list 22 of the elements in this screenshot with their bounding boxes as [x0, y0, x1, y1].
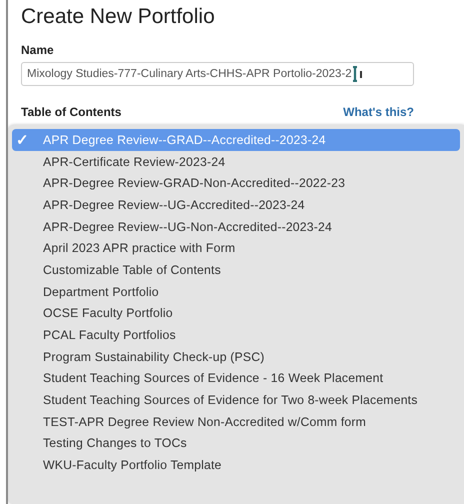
name-field[interactable]: Mixology Studies-777-Culinary Arts-CHHS-APR Portolio-2023-2 — [21, 62, 414, 86]
menu-item[interactable]: WKU-Faculty Portfolio Template — [12, 454, 460, 476]
menu-item[interactable]: Testing Changes to TOCs — [12, 432, 460, 454]
menu-item[interactable]: Customizable Table of Contents — [12, 259, 460, 281]
menu-item[interactable]: PCAL Faculty Portfolios — [12, 324, 460, 346]
help-link[interactable]: What's this? — [343, 105, 414, 119]
menu-item[interactable]: Program Sustainability Check-up (PSC) — [12, 346, 460, 368]
menu-item[interactable]: APR-Certificate Review-2023-24 — [12, 150, 460, 172]
menu-item[interactable]: APR-Degree Review-GRAD-Non-Accredited--2022-23 — [12, 172, 460, 194]
menu-item[interactable]: OCSE Faculty Portfolio — [12, 302, 460, 324]
field-label: Name — [21, 43, 55, 57]
menu-item[interactable]: APR-Degree Review--UG-Accredited--2023-24 — [12, 194, 460, 216]
menu-item[interactable]: Department Portfolio — [12, 280, 460, 302]
menu-item[interactable]: Student Teaching Sources of Evidence - 16 Week Placement — [12, 368, 460, 390]
checkmark: ✓ — [16, 132, 30, 149]
text-cursor-icon — [350, 66, 365, 82]
field-label: Table of Contents — [21, 105, 122, 119]
menu-item[interactable]: April 2023 APR practice with Form — [12, 237, 460, 260]
menu-item[interactable]: Student Teaching Sources of Evidence for Two 8-week Placements — [12, 389, 460, 411]
menu-item[interactable]: TEST-APR Degree Review Non-Accredited w/Comm form — [12, 410, 460, 433]
menu-item[interactable]: APR-Degree Review--UG-Non-Accredited--2023-24 — [12, 216, 460, 238]
page-title: Create New Portfolio — [21, 5, 216, 29]
